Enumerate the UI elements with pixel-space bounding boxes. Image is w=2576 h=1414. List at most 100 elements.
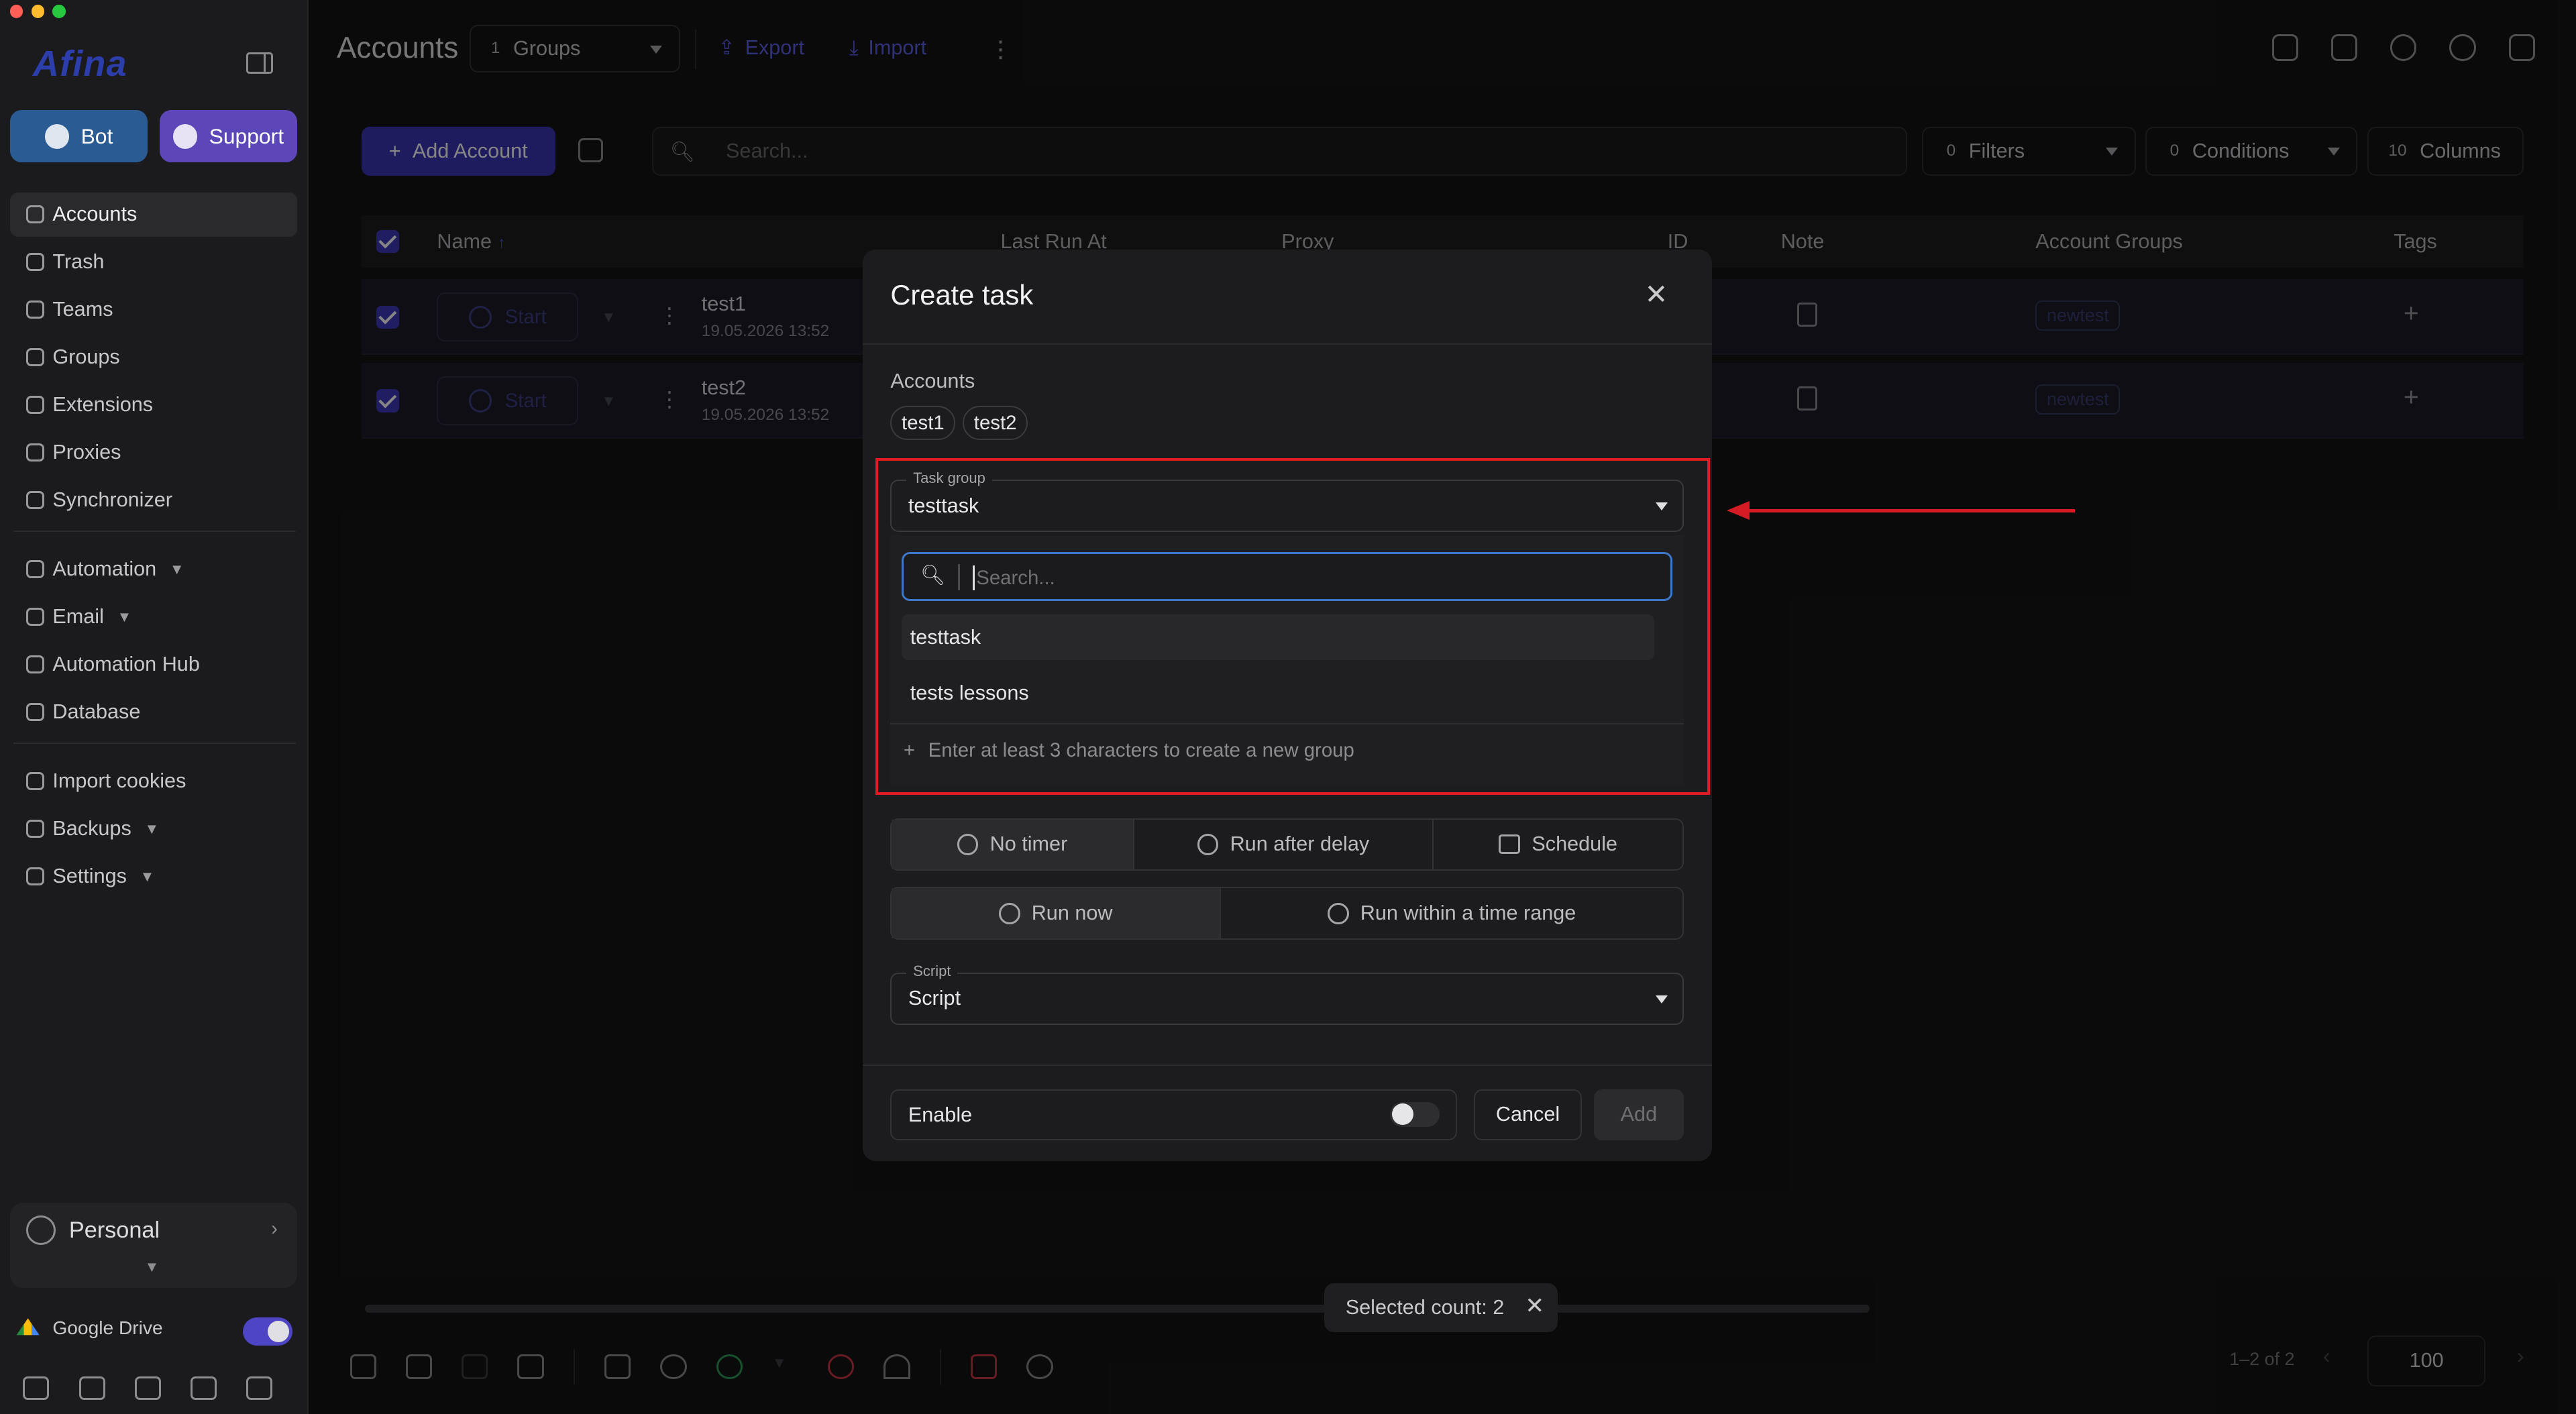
trash-icon [26, 253, 45, 272]
profile-name: Personal [68, 1217, 160, 1243]
support-label: Support [209, 123, 284, 148]
chevron-down-icon[interactable]: ▼ [145, 1258, 160, 1276]
sync-icon [26, 491, 45, 510]
sidebar-item-accounts[interactable]: Accounts [9, 192, 298, 237]
account-icon [26, 205, 45, 224]
sidebar-item-label: Proxies [52, 441, 121, 464]
block-icon [957, 833, 979, 855]
enable-label: Enable [908, 1103, 973, 1127]
sidebar-item-trash[interactable]: Trash [10, 240, 298, 284]
annotation-arrow-head [1727, 500, 1750, 520]
sidebar-item-proxies[interactable]: Proxies [10, 431, 298, 475]
eye-off-icon[interactable] [246, 1376, 273, 1400]
annotation-arrow [1748, 509, 2076, 513]
sidebar-item-import-cookies[interactable]: Import cookies [10, 759, 298, 803]
sidebar-item-label: Automation Hub [52, 653, 200, 676]
close-icon[interactable]: ✕ [1525, 1293, 1544, 1319]
app-window: Afina Bot Support Accounts Trash Teams G… [0, 0, 2576, 1414]
clock-icon [1327, 902, 1349, 924]
accounts-label: Accounts [890, 370, 975, 392]
sidebar-item-label: Import cookies [52, 769, 186, 792]
cloud-icon [26, 443, 45, 462]
selected-count-text: Selected count: 2 [1345, 1295, 1505, 1319]
caret-down-icon [1656, 995, 1668, 1003]
cookie-icon [26, 772, 45, 790]
timer-mode-toggle: No timer Run after delay Schedule [890, 818, 1684, 871]
option-label: Run within a time range [1360, 902, 1576, 925]
sidebar-item-groups[interactable]: Groups [10, 335, 298, 380]
bot-button[interactable]: Bot [9, 110, 148, 163]
collapse-sidebar-icon[interactable] [246, 52, 273, 74]
sidebar-item-automation-hub[interactable]: Automation Hub [10, 643, 298, 687]
sidebar-item-label: Accounts [52, 203, 138, 226]
puzzle-icon [26, 396, 45, 415]
folder-download-icon[interactable] [191, 1376, 217, 1400]
sidebar-item-label: Email [52, 605, 104, 629]
chevron-down-icon: ▼ [144, 820, 160, 837]
close-icon[interactable]: ✕ [1644, 278, 1668, 311]
support-button[interactable]: Support [159, 110, 298, 163]
no-timer-option[interactable]: No timer [892, 819, 1134, 869]
sidebar-item-teams[interactable]: Teams [10, 288, 298, 332]
schedule-option[interactable]: Schedule [1434, 820, 1682, 869]
avatar-icon [26, 1215, 56, 1246]
google-drive-row: Google Drive [16, 1317, 163, 1339]
option-label: Run after delay [1230, 832, 1370, 856]
script-value: Script [908, 987, 961, 1010]
annotation-highlight-box [875, 458, 1711, 796]
run-after-delay-option[interactable]: Run after delay [1134, 819, 1434, 869]
sidebar-item-label: Teams [52, 298, 113, 321]
sidebar: Afina Bot Support Accounts Trash Teams G… [0, 0, 309, 1414]
enable-row: Enable [890, 1089, 1458, 1140]
mail-icon [26, 608, 45, 627]
play-circle-icon [998, 902, 1020, 924]
timer-icon [1197, 833, 1219, 855]
close-window-button[interactable] [9, 5, 23, 18]
enable-toggle[interactable] [1390, 1101, 1440, 1127]
run-now-option[interactable]: Run now [892, 888, 1221, 938]
run-within-range-option[interactable]: Run within a time range [1221, 888, 1682, 938]
sidebar-item-label: Synchronizer [52, 488, 172, 512]
cloud-upload-icon[interactable] [23, 1376, 50, 1400]
divider [13, 531, 296, 533]
automation-icon [26, 560, 45, 579]
divider [862, 343, 1712, 345]
google-drive-toggle[interactable] [243, 1317, 292, 1346]
option-label: Schedule [1532, 832, 1618, 856]
option-label: No timer [989, 832, 1068, 856]
sidebar-item-label: Backups [52, 817, 131, 840]
run-mode-toggle: Run now Run within a time range [890, 887, 1684, 940]
backup-icon [26, 820, 45, 838]
sidebar-item-extensions[interactable]: Extensions [10, 383, 298, 427]
sidebar-item-label: Automation [52, 557, 157, 581]
window-controls [9, 5, 66, 18]
sidebar-item-label: Groups [52, 345, 120, 369]
sidebar-item-label: Extensions [52, 393, 154, 417]
chevron-down-icon: ▼ [117, 608, 132, 625]
add-button[interactable]: Add [1593, 1089, 1684, 1140]
sidebar-item-automation[interactable]: Automation ▼ [10, 547, 298, 592]
cancel-button[interactable]: Cancel [1473, 1089, 1582, 1140]
sidebar-item-settings[interactable]: Settings ▼ [10, 854, 298, 898]
sidebar-item-email[interactable]: Email ▼ [10, 595, 298, 639]
sidebar-item-label: Settings [52, 865, 127, 888]
chevron-down-icon: ▼ [140, 867, 155, 885]
database-icon [26, 703, 45, 722]
sidebar-item-database[interactable]: Database [10, 690, 298, 735]
sidebar-item-backups[interactable]: Backups ▼ [10, 806, 298, 851]
calendar-icon [1499, 834, 1521, 855]
dialog-title: Create task [890, 279, 1034, 311]
chevron-down-icon: ▼ [169, 560, 184, 578]
minimize-window-button[interactable] [31, 5, 45, 18]
sidebar-item-synchronizer[interactable]: Synchronizer [10, 478, 298, 523]
gear-icon [26, 867, 45, 885]
cloud-download-icon[interactable] [78, 1376, 105, 1400]
folder-upload-icon[interactable] [134, 1376, 161, 1400]
option-label: Run now [1031, 902, 1113, 925]
account-chip: test2 [963, 405, 1028, 441]
discord-icon [172, 123, 198, 149]
profile-switcher[interactable]: Personal › ▼ [9, 1202, 298, 1288]
script-select[interactable]: Script Script [890, 962, 1684, 1026]
maximize-window-button[interactable] [52, 5, 66, 18]
google-drive-label: Google Drive [52, 1317, 163, 1339]
